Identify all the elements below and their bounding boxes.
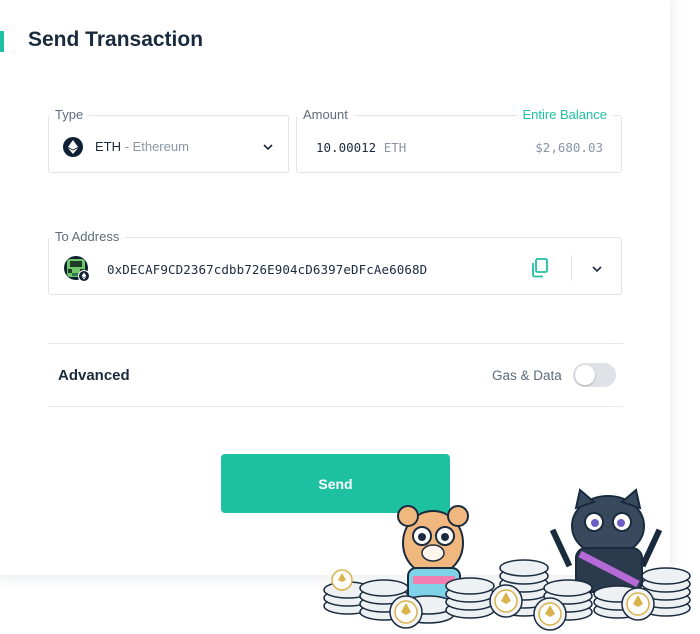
advanced-label: Advanced — [58, 367, 130, 384]
fiat-value: $2,680.03 — [535, 140, 603, 155]
type-legend: Type — [49, 107, 90, 122]
ethereum-icon — [63, 137, 83, 157]
asset-name-wrapper: - Ethereum — [121, 139, 189, 154]
copy-icon[interactable] — [531, 258, 549, 278]
asset-symbol: ETH — [95, 139, 121, 154]
to-address-field[interactable]: To Address 0xDECAF9CD2367cdbb726E904cD63… — [48, 229, 622, 295]
page-title: Send Transaction — [28, 28, 204, 51]
chevron-down-icon[interactable] — [262, 143, 274, 151]
amount-unit: ETH — [383, 140, 407, 155]
entire-balance-link[interactable]: Entire Balance — [516, 107, 613, 122]
amount-legend: Amount — [297, 107, 354, 122]
title-accent-bar — [0, 31, 4, 52]
amount-input[interactable]: 10.00012 ETH — [316, 140, 406, 155]
to-address-legend: To Address — [49, 229, 126, 244]
asset-name: Ethereum — [132, 139, 189, 154]
to-address-value[interactable]: 0xDECAF9CD2367cdbb726E904cD6397eDFcAe606… — [107, 262, 427, 277]
field-divider — [571, 255, 572, 281]
mascots-coins-illustration — [323, 488, 691, 631]
gas-data-toggle[interactable] — [573, 363, 616, 387]
identicon — [64, 256, 90, 282]
toggle-knob — [575, 365, 595, 385]
gas-data-label: Gas & Data — [492, 368, 562, 383]
amount-value: 10.00012 — [316, 140, 377, 155]
divider — [48, 406, 623, 407]
amount-field: Amount Entire Balance 10.00012 ETH $2,68… — [296, 107, 622, 173]
asset-type-select[interactable]: Type ETH - Ethereum — [48, 107, 289, 173]
chevron-down-icon[interactable] — [591, 265, 603, 273]
asset-separator: - — [121, 139, 133, 154]
asset-label: ETH - Ethereum — [95, 139, 189, 154]
divider — [48, 343, 623, 344]
